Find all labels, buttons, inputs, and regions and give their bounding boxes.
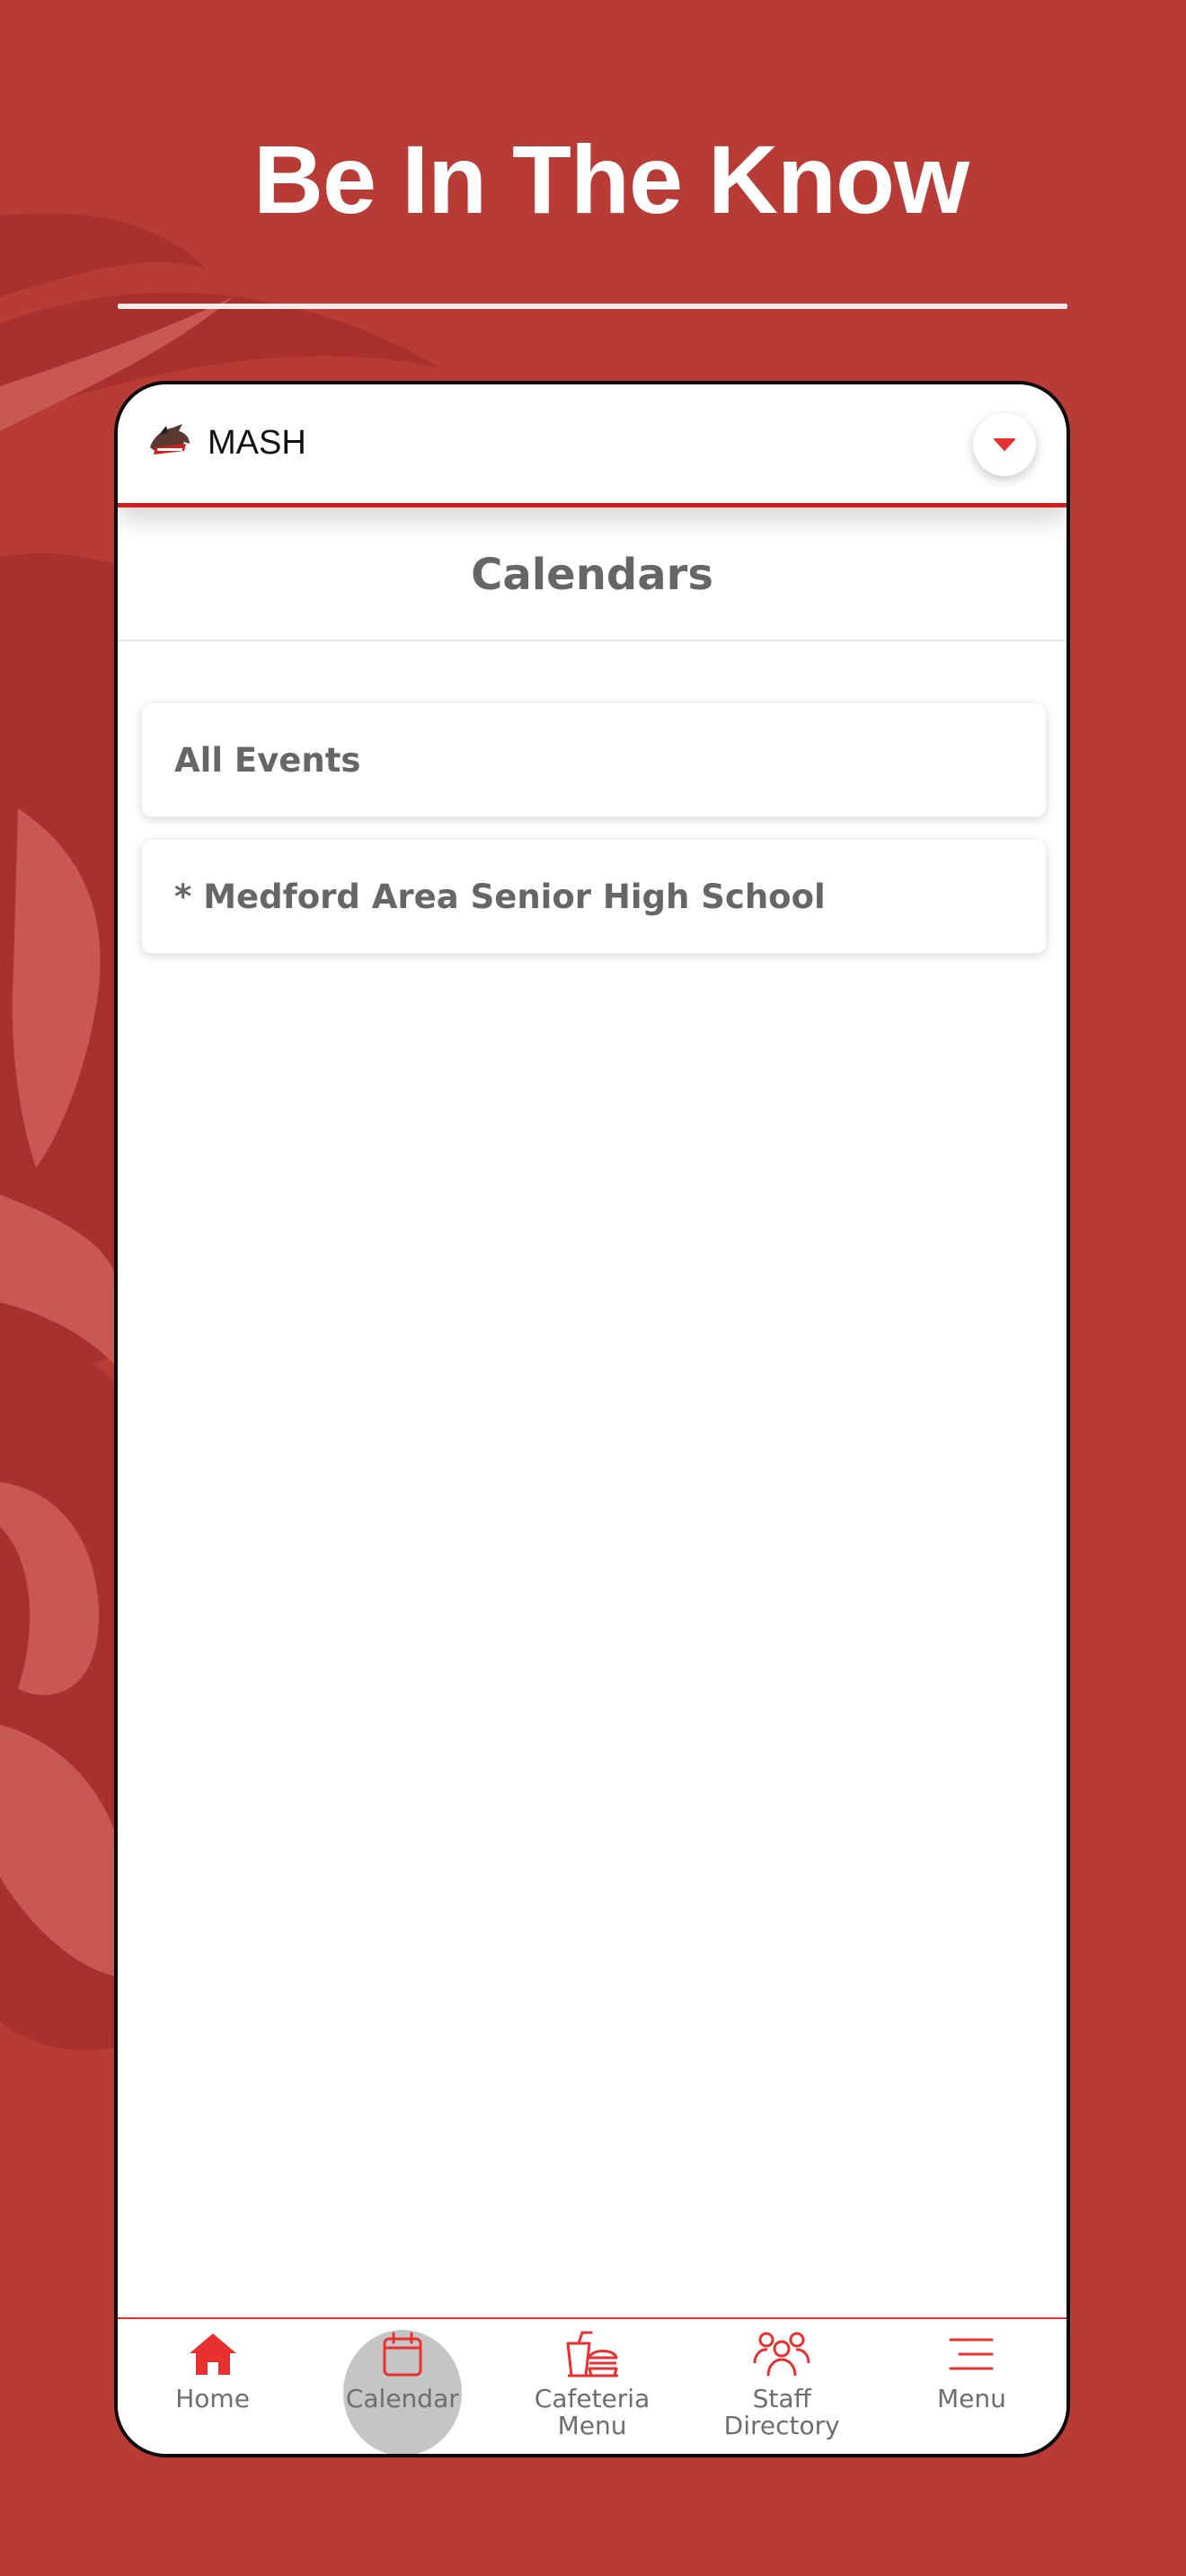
tab-label: Staff Directory bbox=[723, 2384, 840, 2440]
menu-icon bbox=[949, 2338, 994, 2370]
bottom-tab-bar: Home Calendar Cafeteria Menu Staff Direc… bbox=[118, 2317, 1067, 2454]
app-header: MASH bbox=[118, 384, 1067, 507]
calendar-item-all-events[interactable]: All Events bbox=[141, 702, 1047, 817]
tab-label: Cafeteria Menu bbox=[534, 2384, 651, 2440]
tab-home[interactable]: Home bbox=[118, 2319, 307, 2454]
headline-divider bbox=[118, 304, 1067, 309]
school-switch-button[interactable] bbox=[973, 413, 1036, 476]
tab-label: Calendar bbox=[345, 2384, 459, 2413]
school-name: MASH bbox=[208, 424, 306, 462]
caret-down-icon bbox=[994, 438, 1015, 451]
tab-staff-directory[interactable]: Staff Directory bbox=[687, 2319, 877, 2454]
cafeteria-icon bbox=[566, 2331, 618, 2378]
tab-menu[interactable]: Menu bbox=[877, 2319, 1067, 2454]
tab-label: Menu bbox=[936, 2384, 1006, 2413]
school-logo-icon bbox=[150, 424, 190, 454]
headline: Be In The Know bbox=[253, 125, 969, 234]
tab-calendar[interactable]: Calendar bbox=[307, 2319, 497, 2454]
staff-directory-icon bbox=[753, 2332, 810, 2377]
page-title: Calendars bbox=[471, 550, 713, 600]
title-divider bbox=[118, 640, 1067, 641]
tab-label: Home bbox=[175, 2384, 250, 2413]
calendar-list: All Events * Medford Area Senior High Sc… bbox=[141, 702, 1047, 975]
calendar-item-medford-senior-high[interactable]: * Medford Area Senior High School bbox=[141, 839, 1047, 954]
phone-frame: MASH Calendars All Events * Medford Area… bbox=[114, 381, 1070, 2457]
calendar-icon bbox=[383, 2332, 422, 2377]
home-icon bbox=[189, 2333, 236, 2375]
tab-cafeteria-menu[interactable]: Cafeteria Menu bbox=[497, 2319, 686, 2454]
